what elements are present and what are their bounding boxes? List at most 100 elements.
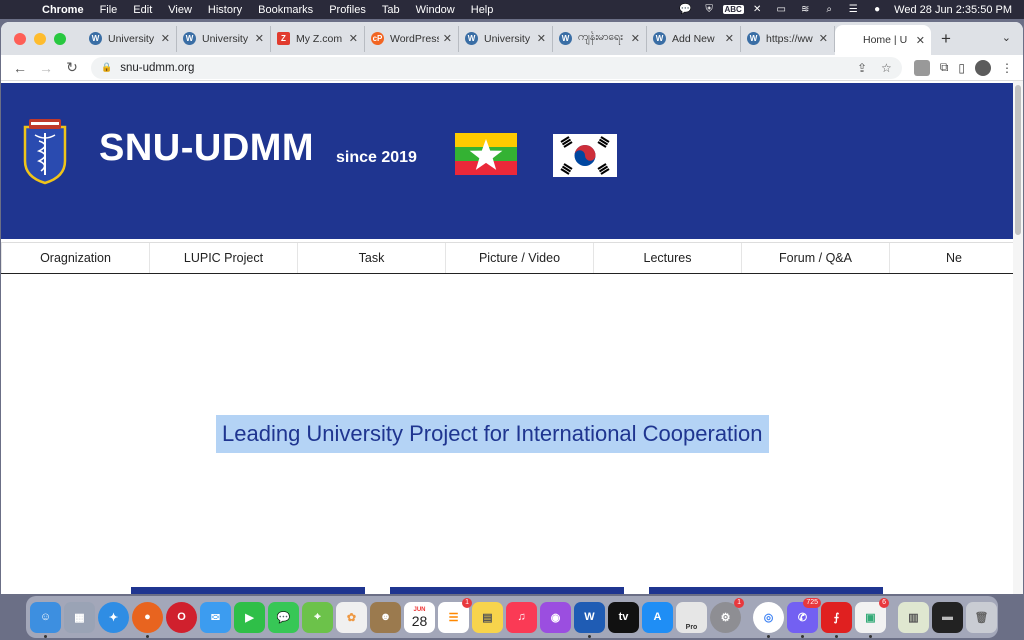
close-tab-icon[interactable]: ✕ xyxy=(916,34,925,47)
tab-active[interactable]: Home | U ✕ xyxy=(835,25,931,55)
menu-profiles[interactable]: Profiles xyxy=(321,4,374,16)
close-tab-icon[interactable]: ✕ xyxy=(819,32,828,45)
site-since-label: since 2019 xyxy=(336,149,417,166)
zoom-window-button[interactable] xyxy=(54,32,66,45)
menu-window[interactable]: Window xyxy=(408,4,463,16)
share-icon[interactable]: ⇪ xyxy=(857,61,867,75)
close-tab-icon[interactable]: ✕ xyxy=(631,32,640,45)
omnibox-actions: ⇪ ☆ xyxy=(857,61,892,75)
close-window-button[interactable] xyxy=(14,32,26,45)
puzzle-extensions-icon[interactable]: ⧉ xyxy=(940,60,949,75)
menu-edit[interactable]: Edit xyxy=(125,4,160,16)
tab-1[interactable]: W University ✕ xyxy=(83,25,177,52)
university-logo-icon[interactable] xyxy=(21,117,69,185)
new-tab-button[interactable]: + xyxy=(931,29,961,49)
maps-icon[interactable]: ⌖ xyxy=(302,601,333,633)
acrobat-icon[interactable]: ⨍ xyxy=(821,601,852,638)
dock: ☺ ▦ ✦ ● O ✉ ▶ 💬 ⌖ ✿ ☻ JUN 28 ☰ 1 ▤ ♫ ◉ W … xyxy=(26,596,998,638)
menu-bookmarks[interactable]: Bookmarks xyxy=(250,4,321,16)
running-indicator xyxy=(835,634,838,638)
menu-file[interactable]: File xyxy=(92,4,126,16)
music-icon[interactable]: ♫ xyxy=(506,601,537,633)
calendar-icon[interactable]: JUN 28 xyxy=(404,601,435,633)
more-menu-icon[interactable]: ⋮ xyxy=(1001,61,1013,75)
finder-icon[interactable]: ☺ xyxy=(30,601,61,638)
shield-icon[interactable]: ⛨ xyxy=(702,4,716,16)
screen-stack-icon[interactable]: ▬ xyxy=(932,601,963,633)
word-icon[interactable]: W xyxy=(574,601,605,638)
close-tab-icon[interactable]: ✕ xyxy=(725,32,734,45)
close-tab-icon[interactable]: ✕ xyxy=(537,32,546,45)
menu-view[interactable]: View xyxy=(160,4,200,16)
close-tab-icon[interactable]: ✕ xyxy=(255,32,264,45)
hero-tagline[interactable]: Leading University Project for Internati… xyxy=(216,415,769,453)
close-tab-icon[interactable]: ✕ xyxy=(161,32,170,45)
nav-item-organization[interactable]: Oragnization xyxy=(2,243,150,273)
photos-icon[interactable]: ✿ xyxy=(336,601,367,633)
chrome-icon[interactable]: ◎ xyxy=(753,601,784,638)
tab-2[interactable]: W University ✕ xyxy=(177,25,271,52)
menu-history[interactable]: History xyxy=(200,4,250,16)
spotlight-search-icon[interactable]: ⌕ xyxy=(822,4,836,16)
tab-6[interactable]: W ကျန်းမာရေး ✕ xyxy=(553,25,647,52)
nav-item-picture-video[interactable]: Picture / Video xyxy=(446,243,594,273)
reminders-icon[interactable]: ☰ 1 xyxy=(438,597,472,633)
web-page: SNU-UDMM since 2019 Oragnization LUPIC P… xyxy=(1,81,1013,594)
input-source-icon[interactable]: ABC xyxy=(722,4,744,16)
close-tab-icon[interactable]: ✕ xyxy=(443,32,452,45)
bookmark-star-icon[interactable]: ☆ xyxy=(881,61,892,75)
menu-app-chrome[interactable]: Chrome xyxy=(34,4,92,16)
notes-icon[interactable]: ▤ xyxy=(472,601,503,633)
apple-tv-icon[interactable]: tv xyxy=(608,601,639,633)
tab-5[interactable]: W University ✕ xyxy=(459,25,553,52)
extension-icon[interactable] xyxy=(913,59,930,76)
messages-status-icon[interactable]: 💬 xyxy=(678,4,692,16)
launchpad-icon[interactable]: ▦ xyxy=(64,601,95,633)
menu-help[interactable]: Help xyxy=(463,4,502,16)
battery-icon[interactable]: ▭ xyxy=(774,4,788,16)
nav-item-news[interactable]: Ne xyxy=(890,243,1013,273)
nav-item-lupic-project[interactable]: LUPIC Project xyxy=(150,243,298,273)
user-avatar-icon[interactable]: ● xyxy=(870,4,884,16)
opera-icon[interactable]: O xyxy=(166,601,197,633)
forward-button[interactable]: → xyxy=(33,60,59,76)
menu-tab[interactable]: Tab xyxy=(374,4,408,16)
firefox-icon[interactable]: ● xyxy=(132,601,163,638)
wifi-icon[interactable]: ≋ xyxy=(798,4,812,16)
trash-icon[interactable]: 🗑 xyxy=(966,601,997,633)
tab-7[interactable]: W Add New ✕ xyxy=(647,25,741,52)
close-tab-icon[interactable]: ✕ xyxy=(349,32,358,45)
control-center-icon[interactable]: ☰ xyxy=(846,4,860,16)
tab-8[interactable]: Whttps://ww ✕ xyxy=(741,25,835,52)
profile-avatar-icon[interactable] xyxy=(975,59,991,76)
back-button[interactable]: ← xyxy=(7,60,33,76)
menu-clock[interactable]: Wed 28 Jun 2:35:50 PM xyxy=(894,4,1012,16)
nav-item-forum-qa[interactable]: Forum / Q&A xyxy=(742,243,890,273)
app-store-icon[interactable]: A xyxy=(642,601,673,633)
mail-icon[interactable]: ✉ xyxy=(200,601,231,633)
document-stack-icon[interactable]: ▥ xyxy=(898,601,929,633)
viber-icon[interactable]: ✆ 725 xyxy=(787,597,821,638)
reload-button[interactable]: ↻ xyxy=(59,59,85,76)
address-bar[interactable]: 🔒 snu-udmm.org ⇪ ☆ xyxy=(91,56,902,79)
facetime-icon[interactable]: ▶ xyxy=(234,601,265,633)
bluetooth-off-icon[interactable]: ✕ xyxy=(750,4,764,16)
tab-4[interactable]: cP WordPress ✕ xyxy=(365,25,459,52)
nav-item-task[interactable]: Task xyxy=(298,243,446,273)
safari-icon[interactable]: ✦ xyxy=(98,601,129,633)
contacts-icon[interactable]: ☻ xyxy=(370,601,401,633)
tab-title: University xyxy=(484,32,531,45)
side-panel-icon[interactable]: ▯ xyxy=(958,61,965,75)
tab-search-chevron-icon[interactable]: ⌄ xyxy=(1002,31,1011,44)
tab-3[interactable]: Z My Z.com ✕ xyxy=(271,25,365,52)
messages-icon[interactable]: 💬 xyxy=(268,601,299,633)
nav-item-lectures[interactable]: Lectures xyxy=(594,243,742,273)
system-settings-icon[interactable]: ⚙ 1 xyxy=(710,597,744,633)
software-center-icon[interactable]: ▣ 6 xyxy=(855,597,889,638)
minimize-window-button[interactable] xyxy=(34,32,46,45)
site-title[interactable]: SNU-UDMM xyxy=(99,127,314,170)
podcasts-icon[interactable]: ◉ xyxy=(540,601,571,633)
lock-icon[interactable]: 🔒 xyxy=(101,62,112,73)
window-controls xyxy=(1,32,83,45)
sketchbook-pro-icon[interactable]: Pro xyxy=(676,601,707,633)
